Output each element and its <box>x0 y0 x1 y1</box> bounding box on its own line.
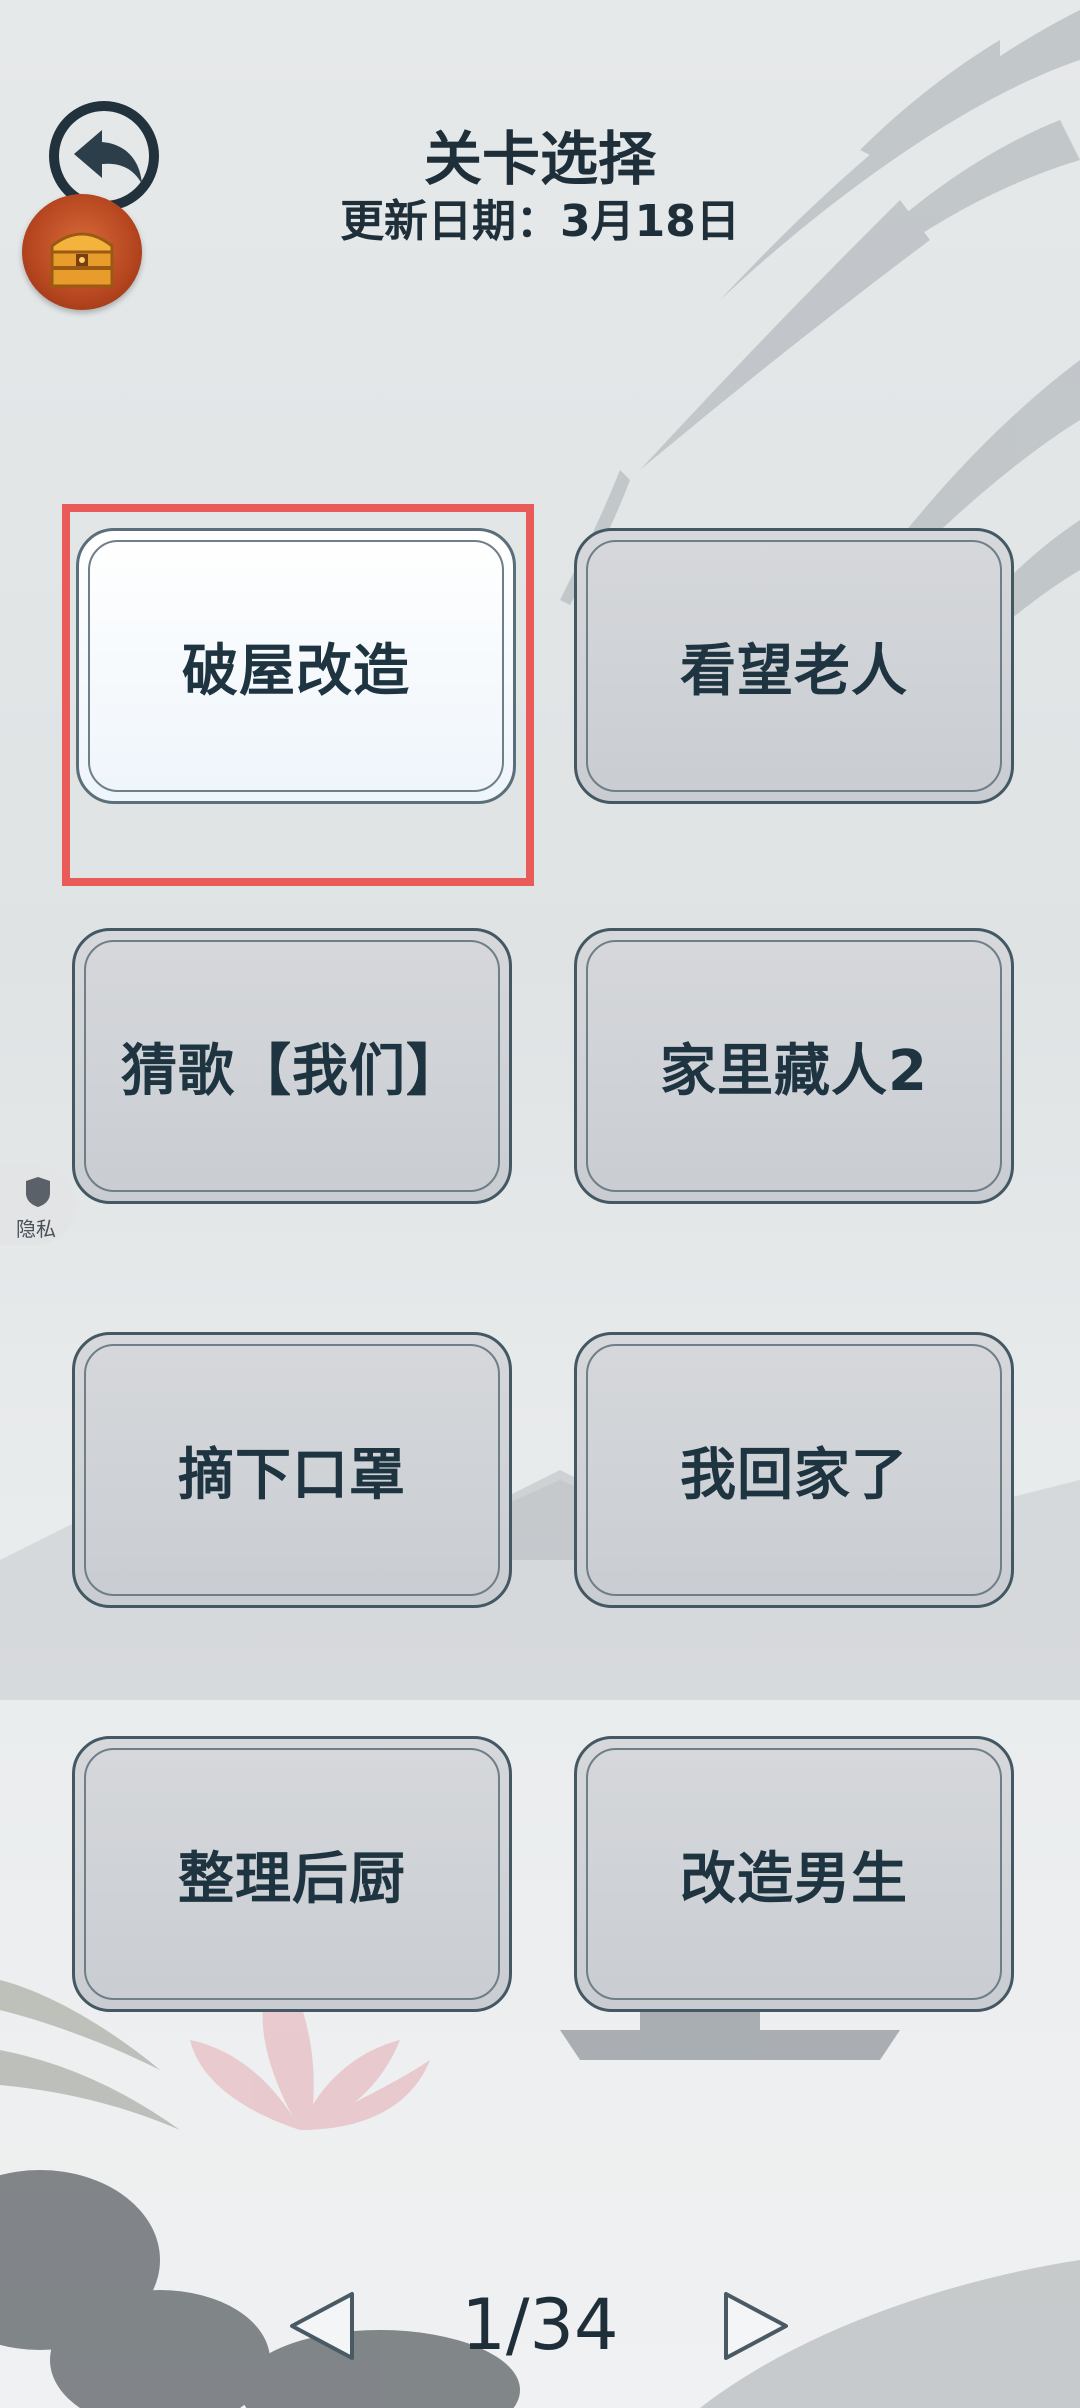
update-date: 更新日期：3月18日 <box>340 196 740 247</box>
level-label: 看望老人 <box>680 638 908 704</box>
level-card-3[interactable]: 猜歌【我们】 <box>72 928 512 1204</box>
level-card-4[interactable]: 家里藏人2 <box>574 928 1014 1204</box>
level-label: 家里藏人2 <box>660 1038 928 1104</box>
level-card-8[interactable]: 改造男生 <box>574 1736 1014 2012</box>
level-card-5[interactable]: 摘下口罩 <box>72 1332 512 1608</box>
level-card-7[interactable]: 整理后厨 <box>72 1736 512 2012</box>
selection-highlight <box>62 504 534 886</box>
triangle-right-icon <box>724 2292 788 2360</box>
level-label: 猜歌【我们】 <box>121 1038 463 1104</box>
ink-landscape-background <box>0 10 1080 2408</box>
previous-page-button[interactable] <box>282 2288 362 2364</box>
level-label: 整理后厨 <box>178 1846 406 1912</box>
page-indicator: 1/34 <box>461 2284 619 2366</box>
triangle-left-icon <box>290 2292 354 2360</box>
next-page-button[interactable] <box>716 2288 796 2364</box>
level-label: 我回家了 <box>680 1442 908 1508</box>
level-card-2[interactable]: 看望老人 <box>574 528 1014 804</box>
level-card-6[interactable]: 我回家了 <box>574 1332 1014 1608</box>
page-title: 关卡选择 <box>423 125 656 193</box>
privacy-label: 隐私 <box>16 1217 56 1241</box>
shield-icon <box>26 1177 50 1207</box>
level-label: 改造男生 <box>680 1846 908 1912</box>
level-label: 摘下口罩 <box>178 1442 406 1508</box>
